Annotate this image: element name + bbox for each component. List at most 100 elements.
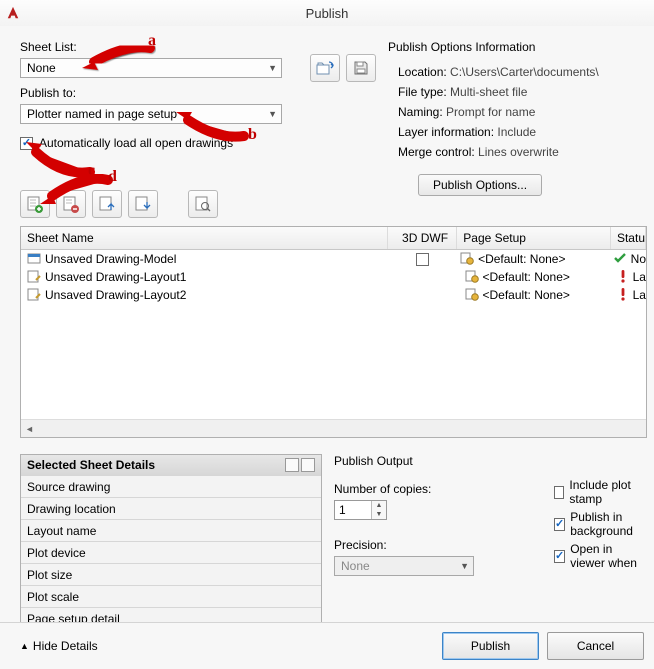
- scroll-left-icon[interactable]: ◄: [21, 420, 38, 437]
- publish-bg-row[interactable]: Publish in background: [554, 510, 644, 538]
- chevron-down-icon: ▼: [460, 561, 469, 571]
- page-setup-value: <Default: None>: [478, 252, 565, 266]
- sheet-list-combo[interactable]: None ▼: [20, 58, 282, 78]
- table-row[interactable]: Unsaved Drawing-Layout2 <Default: None> La: [21, 286, 646, 304]
- details-row: Plot size: [21, 563, 321, 585]
- caret-up-icon: ▲: [20, 641, 29, 651]
- auto-load-row[interactable]: Automatically load all open drawings: [20, 136, 233, 150]
- model-sheet-icon: [27, 251, 41, 268]
- include-stamp-checkbox[interactable]: [554, 486, 564, 499]
- publish-options-info: Publish Options Information Location: C:…: [388, 40, 644, 196]
- auto-load-label: Automatically load all open drawings: [39, 136, 233, 150]
- publish-output-panel: Publish Output Number of copies: ▲▼ Prec…: [334, 454, 644, 626]
- titlebar: Publish: [0, 0, 654, 27]
- publish-bg-checkbox[interactable]: [554, 518, 565, 531]
- chevron-down-icon: ▼: [268, 63, 277, 73]
- info-location-label: Location:: [398, 65, 447, 79]
- publish-to-combo[interactable]: Plotter named in page setup ▼: [20, 104, 282, 124]
- page-setup-value: <Default: None>: [483, 288, 570, 302]
- remove-sheets-button[interactable]: [56, 190, 86, 218]
- open-viewer-row[interactable]: Open in viewer when: [554, 542, 644, 570]
- precision-combo[interactable]: None ▼: [334, 556, 474, 576]
- sheet-list-value: None: [27, 61, 56, 75]
- status-text: La: [633, 288, 646, 302]
- save-sheet-list-button[interactable]: [346, 54, 376, 82]
- add-sheets-button[interactable]: [20, 190, 50, 218]
- alert-icon: [619, 269, 629, 286]
- publish-to-label: Publish to:: [20, 86, 76, 100]
- annotation-tag-c: c: [88, 162, 95, 180]
- move-up-button[interactable]: [92, 190, 122, 218]
- info-heading: Publish Options Information: [388, 40, 644, 54]
- sheet-name: Unsaved Drawing-Layout2: [45, 288, 186, 302]
- publish-output-heading: Publish Output: [334, 454, 644, 468]
- move-down-button[interactable]: [128, 190, 158, 218]
- details-row: Plot device: [21, 541, 321, 563]
- auto-load-checkbox[interactable]: [20, 137, 33, 150]
- annotation-tag-b: b: [248, 126, 257, 144]
- alert-icon: [619, 287, 629, 304]
- chevron-down-icon: ▼: [268, 109, 277, 119]
- check-icon: [613, 252, 627, 267]
- sheet-toolbar: [20, 190, 218, 218]
- info-filetype-label: File type:: [398, 85, 447, 99]
- spin-down-icon[interactable]: ▼: [372, 510, 386, 519]
- status-text: La: [633, 270, 646, 284]
- sheet-table: Sheet Name 3D DWF Page Setup Statu Unsav…: [20, 226, 647, 438]
- horizontal-scrollbar[interactable]: ◄: [21, 419, 646, 437]
- hide-details-label: Hide Details: [33, 639, 98, 653]
- col-status[interactable]: Statu: [611, 227, 646, 249]
- copies-input[interactable]: [335, 501, 371, 519]
- details-row: Layout name: [21, 519, 321, 541]
- page-setup-value: <Default: None>: [483, 270, 570, 284]
- window-title: Publish: [0, 6, 654, 21]
- selected-sheet-details: Selected Sheet Details Source drawingDra…: [20, 454, 322, 628]
- col-sheet-name[interactable]: Sheet Name: [21, 227, 388, 249]
- app-icon: [6, 6, 20, 20]
- cancel-button[interactable]: Cancel: [547, 632, 644, 660]
- info-layer-label: Layer information:: [398, 125, 494, 139]
- info-filetype-value: Multi-sheet file: [450, 85, 527, 99]
- publish-button[interactable]: Publish: [442, 632, 539, 660]
- hide-details-button[interactable]: ▲ Hide Details: [20, 639, 98, 653]
- table-row[interactable]: Unsaved Drawing-Model <Default: None> No: [21, 250, 646, 268]
- publish-options-button[interactable]: Publish Options...: [418, 174, 542, 196]
- table-row[interactable]: Unsaved Drawing-Layout1 <Default: None> La: [21, 268, 646, 286]
- annotation-tag-d: d: [108, 168, 117, 186]
- details-row: Source drawing: [21, 475, 321, 497]
- 3d-dwf-checkbox[interactable]: [416, 253, 429, 266]
- footer: ▲ Hide Details Publish Cancel: [0, 622, 654, 669]
- details-heading: Selected Sheet Details: [27, 458, 155, 472]
- sheet-table-header: Sheet Name 3D DWF Page Setup Statu: [21, 227, 646, 250]
- status-text: No: [631, 252, 646, 266]
- info-merge-label: Merge control:: [398, 145, 475, 159]
- info-location-value: C:\Users\Carter\documents\: [450, 65, 599, 79]
- include-stamp-label: Include plot stamp: [569, 478, 644, 506]
- info-merge-value: Lines overwrite: [478, 145, 559, 159]
- precision-value: None: [341, 559, 370, 573]
- details-icon-a[interactable]: [285, 458, 299, 472]
- import-sheet-list-button[interactable]: [310, 54, 340, 82]
- layout-sheet-icon: [27, 269, 41, 286]
- open-viewer-checkbox[interactable]: [554, 550, 565, 563]
- page-setup-icon: [460, 251, 474, 268]
- sheet-name: Unsaved Drawing-Layout1: [45, 270, 186, 284]
- page-setup-icon: [465, 269, 479, 286]
- copies-spinner[interactable]: ▲▼: [334, 500, 387, 520]
- col-page-setup[interactable]: Page Setup: [457, 227, 611, 249]
- details-row: Drawing location: [21, 497, 321, 519]
- details-icon-b[interactable]: [301, 458, 315, 472]
- spin-up-icon[interactable]: ▲: [372, 501, 386, 510]
- publish-bg-label: Publish in background: [570, 510, 644, 538]
- sheet-name: Unsaved Drawing-Model: [45, 252, 176, 266]
- page-setup-icon: [465, 287, 479, 304]
- preview-button[interactable]: [188, 190, 218, 218]
- sheet-list-label: Sheet List:: [20, 40, 77, 54]
- info-naming-value: Prompt for name: [446, 105, 535, 119]
- details-row: Plot scale: [21, 585, 321, 607]
- info-layer-value: Include: [497, 125, 536, 139]
- publish-to-value: Plotter named in page setup: [27, 107, 177, 121]
- open-viewer-label: Open in viewer when: [570, 542, 644, 570]
- include-stamp-row[interactable]: Include plot stamp: [554, 478, 644, 506]
- col-3d-dwf[interactable]: 3D DWF: [388, 227, 457, 249]
